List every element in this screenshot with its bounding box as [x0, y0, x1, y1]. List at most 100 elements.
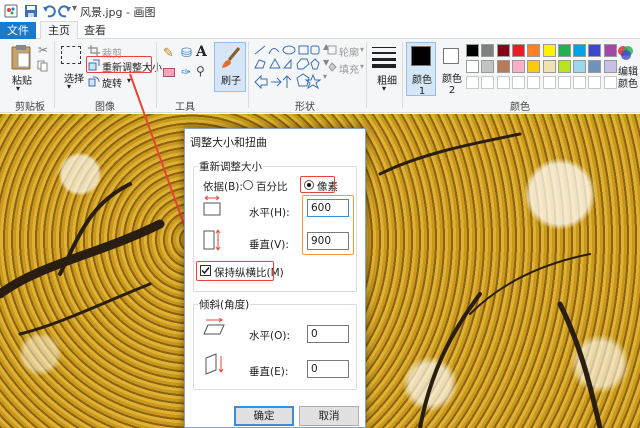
by-label: 依据(B): — [203, 181, 243, 193]
vertical-resize-icon — [203, 229, 221, 251]
size-label[interactable]: 粗细 — [377, 72, 397, 87]
size-icon[interactable] — [372, 45, 396, 69]
palette-swatch[interactable] — [527, 44, 541, 57]
group-image-label: 图像 — [95, 102, 115, 113]
palette-swatch[interactable] — [481, 60, 495, 73]
select-dropdown-icon[interactable]: ▾ — [67, 82, 71, 91]
paste-dropdown-icon[interactable]: ▾ — [16, 84, 20, 93]
rotate-label[interactable]: 旋转 — [102, 75, 122, 90]
brush-icon — [222, 47, 241, 68]
color2-swatch — [443, 48, 459, 64]
vertical-skew-icon — [205, 353, 224, 375]
tab-file[interactable]: 文件 — [0, 22, 36, 39]
rotate-icon[interactable] — [88, 75, 100, 87]
text-tool-icon[interactable]: A — [196, 44, 207, 60]
fill-bucket-icon[interactable]: ⛁ — [181, 46, 192, 61]
skew-vertical-input[interactable]: 0 — [307, 360, 349, 378]
vertical-label: 垂直(V): — [249, 239, 289, 251]
palette-swatch[interactable] — [557, 60, 571, 73]
pixels-highlight — [300, 176, 335, 193]
palette-swatch[interactable] — [542, 44, 556, 57]
group-tools-label: 工具 — [175, 102, 195, 113]
horizontal-resize-icon — [203, 195, 221, 216]
palette-swatch[interactable] — [603, 60, 617, 73]
undo-icon[interactable] — [42, 4, 56, 18]
custom-color-slot[interactable] — [603, 76, 617, 89]
custom-color-slot[interactable] — [496, 76, 510, 89]
skew-horizontal-label: 水平(O): — [249, 330, 290, 342]
group-clipboard-label: 剪贴板 — [15, 102, 45, 113]
ribbon-separator — [54, 42, 55, 108]
edit-colors-label[interactable]: 编辑颜色 — [616, 67, 640, 91]
paint-app-icon — [4, 4, 18, 18]
shapes-more-icon[interactable]: ▾ — [323, 72, 327, 81]
custom-color-slot[interactable] — [542, 76, 556, 89]
palette-swatch[interactable] — [496, 60, 510, 73]
horizontal-label: 水平(H): — [249, 207, 290, 219]
outline-dropdown-icon[interactable]: ▾ — [360, 45, 364, 54]
horizontal-skew-icon — [203, 318, 225, 335]
color1-button[interactable]: 颜色 1 — [406, 42, 436, 97]
customize-qat-icon[interactable]: ▾ — [72, 3, 77, 14]
custom-color-slot[interactable] — [481, 76, 495, 89]
palette-swatch[interactable] — [481, 44, 495, 57]
custom-color-slot[interactable] — [511, 76, 525, 89]
color1-swatch — [411, 46, 431, 66]
color2-button[interactable]: 颜色 2 — [440, 42, 464, 96]
skew-legend: 倾斜(角度) — [198, 297, 251, 312]
fill-dropdown-icon[interactable]: ▾ — [360, 62, 364, 71]
eraser-icon[interactable] — [163, 68, 175, 77]
paste-label[interactable]: 粘贴 — [12, 72, 32, 87]
copy-icon[interactable] — [37, 60, 48, 72]
edit-colors-icon[interactable] — [617, 44, 635, 62]
dialog-title: 调整大小和扭曲 — [190, 136, 267, 149]
paste-icon[interactable] — [10, 44, 32, 70]
custom-color-slot[interactable] — [466, 76, 479, 89]
palette-swatch[interactable] — [573, 60, 587, 73]
cut-icon[interactable]: ✂ — [38, 43, 48, 57]
outline-icon[interactable] — [327, 45, 337, 55]
ok-button[interactable]: 确定 — [234, 406, 294, 426]
palette-swatch[interactable] — [588, 44, 602, 57]
custom-color-slot[interactable] — [557, 76, 571, 89]
custom-color-slot[interactable] — [527, 76, 541, 89]
skew-horizontal-input[interactable]: 0 — [307, 325, 349, 343]
palette-swatch[interactable] — [588, 60, 602, 73]
save-icon[interactable] — [24, 4, 38, 18]
palette-swatch[interactable] — [573, 44, 587, 57]
fill-label[interactable]: 填充 — [339, 61, 359, 76]
brushes-button[interactable]: 刷子 — [214, 42, 246, 92]
pencil-icon[interactable]: ✎ — [163, 46, 174, 61]
percent-radio[interactable] — [243, 180, 253, 190]
crop-icon[interactable] — [88, 45, 100, 56]
palette-swatch[interactable] — [496, 44, 510, 57]
palette-swatch[interactable] — [511, 60, 525, 73]
outline-label[interactable]: 轮廓 — [339, 44, 359, 59]
cancel-button[interactable]: 取消 — [299, 406, 359, 426]
palette-swatch[interactable] — [511, 44, 525, 57]
palette-swatch[interactable] — [603, 44, 617, 57]
magnifier-icon[interactable]: ⚲ — [196, 64, 205, 78]
ribbon-separator — [156, 42, 157, 108]
color1-label: 颜色 1 — [412, 75, 432, 97]
palette-swatch[interactable] — [527, 60, 541, 73]
fill-icon[interactable] — [327, 62, 337, 72]
tab-home[interactable]: 主页 — [40, 21, 78, 40]
color-picker-icon[interactable]: ✑ — [181, 65, 191, 79]
palette-swatch[interactable] — [542, 60, 556, 73]
tab-view[interactable]: 查看 — [84, 22, 106, 39]
custom-color-slot[interactable] — [588, 76, 602, 89]
palette-swatch[interactable] — [466, 60, 479, 73]
ribbon-separator — [248, 42, 249, 108]
size-dropdown-icon[interactable]: ▾ — [382, 84, 386, 93]
palette-swatch[interactable] — [466, 44, 479, 57]
percent-label[interactable]: 百分比 — [256, 179, 288, 194]
keep-ratio-highlight — [196, 261, 274, 281]
palette-swatch[interactable] — [557, 44, 571, 57]
shapes-gallery[interactable] — [253, 44, 321, 90]
redo-icon[interactable] — [58, 4, 72, 18]
custom-color-slot[interactable] — [573, 76, 587, 89]
ribbon-separator — [366, 42, 367, 108]
select-icon[interactable] — [61, 46, 81, 64]
rotate-dropdown-icon[interactable]: ▾ — [127, 76, 131, 85]
